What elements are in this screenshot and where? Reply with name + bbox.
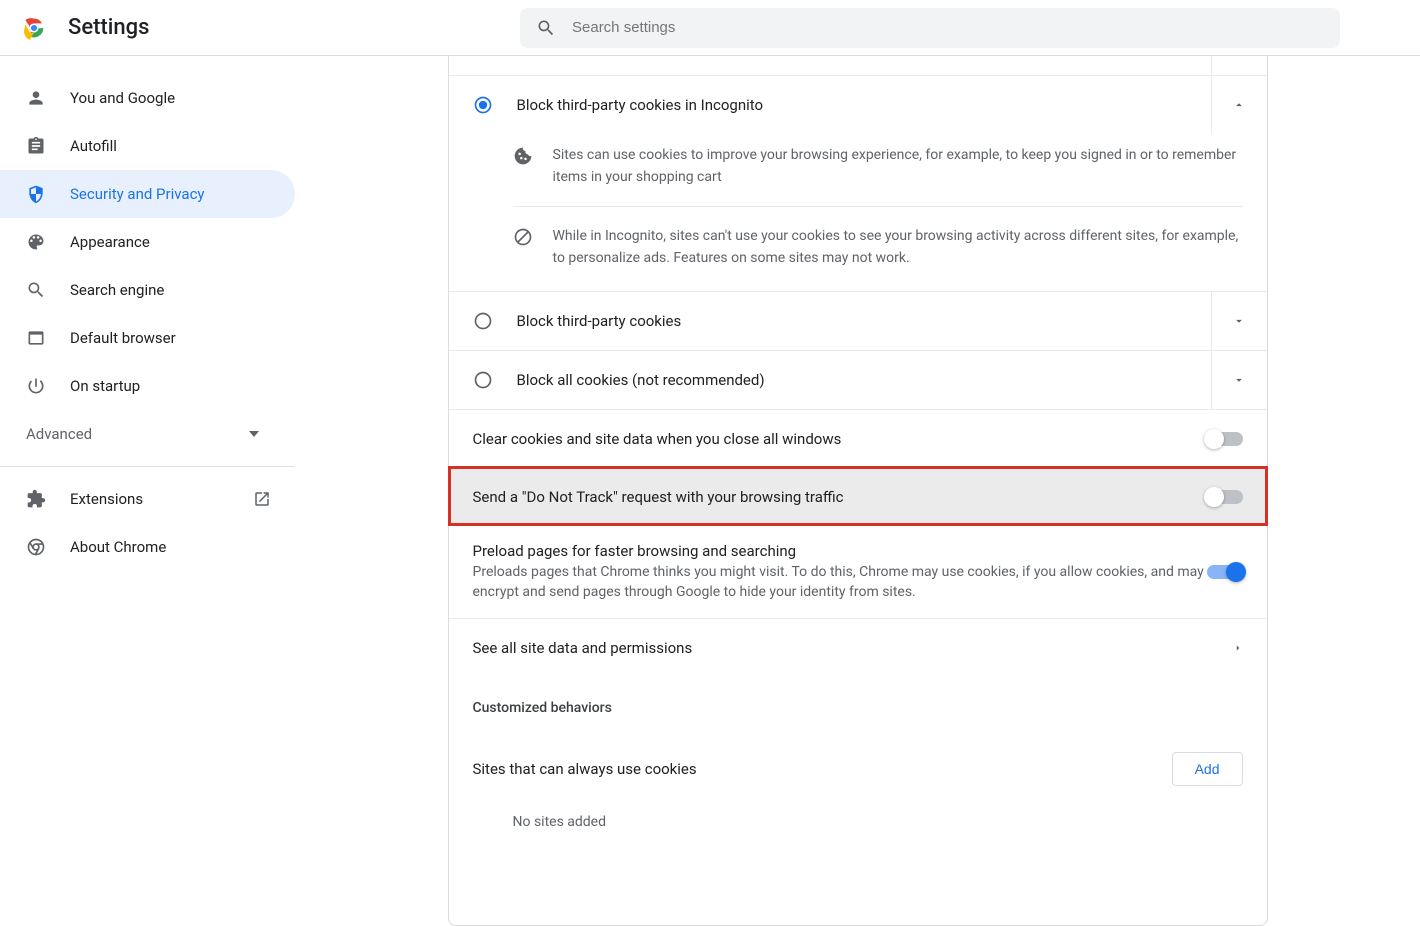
divider — [513, 206, 1243, 207]
toggle-clear-on-close[interactable] — [1207, 432, 1243, 446]
header-bar: Settings — [0, 0, 1420, 56]
settings-card: Block third-party cookies in Incognito S… — [448, 56, 1268, 926]
sidebar-item-security-privacy[interactable]: Security and Privacy — [0, 170, 295, 218]
external-link-icon — [253, 490, 271, 508]
chevron-down-icon — [1232, 373, 1246, 387]
setting-subtitle: Preloads pages that Chrome thinks you mi… — [473, 562, 1207, 602]
radio-selected-icon — [473, 95, 493, 115]
chevron-up-icon — [1232, 98, 1246, 112]
sites-always-label: Sites that can always use cookies — [473, 760, 1172, 778]
expand-button[interactable] — [1211, 351, 1267, 409]
link-label: See all site data and permissions — [473, 639, 1233, 657]
shield-icon — [26, 184, 46, 204]
info-cookie-row: Sites can use cookies to improve your br… — [449, 134, 1267, 198]
setting-title: Preload pages for faster browsing and se… — [473, 542, 1207, 560]
cookie-option-block-all[interactable]: Block all cookies (not recommended) — [449, 350, 1267, 409]
search-icon — [26, 280, 46, 300]
sidebar-item-autofill[interactable]: Autofill — [0, 122, 295, 170]
divider — [0, 466, 295, 467]
sidebar-item-default-browser[interactable]: Default browser — [0, 314, 295, 362]
setting-title: Clear cookies and site data when you clo… — [473, 430, 1207, 448]
chevron-down-icon — [1232, 314, 1246, 328]
no-sites-added-label: No sites added — [449, 798, 1267, 846]
toggle-preload[interactable] — [1207, 565, 1243, 579]
setting-preload-pages[interactable]: Preload pages for faster browsing and se… — [449, 525, 1267, 618]
block-icon — [513, 227, 533, 247]
sidebar-item-label: Extensions — [70, 490, 253, 508]
setting-title: Send a "Do Not Track" request with your … — [473, 488, 1207, 506]
palette-icon — [26, 232, 46, 252]
sidebar-item-label: You and Google — [70, 89, 295, 107]
chrome-outline-icon — [26, 537, 46, 557]
add-site-button[interactable]: Add — [1172, 752, 1243, 786]
info-block-row: While in Incognito, sites can't use your… — [449, 215, 1267, 279]
radio-label: Block third-party cookies in Incognito — [517, 96, 1211, 114]
sidebar-item-you-and-google[interactable]: You and Google — [0, 74, 295, 122]
radio-label: Block all cookies (not recommended) — [517, 371, 1211, 389]
radio-label: Block third-party cookies — [517, 312, 1211, 330]
advanced-label: Advanced — [26, 425, 92, 443]
spacer — [449, 279, 1267, 291]
cookie-icon — [513, 146, 533, 166]
sidebar-item-on-startup[interactable]: On startup — [0, 362, 295, 410]
sidebar-item-label: On startup — [70, 377, 295, 395]
cookie-option-incognito[interactable]: Block third-party cookies in Incognito — [449, 76, 1267, 134]
custom-behaviors-header: Customized behaviors — [449, 676, 1267, 724]
search-settings-box[interactable] — [520, 8, 1340, 48]
toggle-do-not-track[interactable] — [1207, 490, 1243, 504]
search-icon — [536, 18, 556, 38]
clipboard-icon — [26, 136, 46, 156]
radio-unselected-icon — [473, 311, 493, 331]
chevron-right-icon — [1233, 641, 1243, 655]
chrome-logo-icon — [20, 14, 48, 42]
sidebar: You and Google Autofill Security and Pri… — [0, 56, 295, 926]
sidebar-item-label: Appearance — [70, 233, 295, 251]
sidebar-item-label: Autofill — [70, 137, 295, 155]
cookie-option-third-party[interactable]: Block third-party cookies — [449, 291, 1267, 350]
sidebar-item-label: Search engine — [70, 281, 295, 299]
expand-button[interactable] — [1211, 292, 1267, 350]
link-site-data[interactable]: See all site data and permissions — [449, 618, 1267, 676]
caret-down-icon — [249, 431, 259, 437]
sidebar-item-extensions[interactable]: Extensions — [0, 475, 295, 523]
window-icon — [26, 328, 46, 348]
expand-spacer — [1211, 56, 1267, 76]
sidebar-item-label: Default browser — [70, 329, 295, 347]
sidebar-item-label: Security and Privacy — [70, 185, 295, 203]
setting-clear-on-close[interactable]: Clear cookies and site data when you clo… — [449, 409, 1267, 467]
sites-always-row: Sites that can always use cookies Add — [449, 724, 1267, 798]
collapse-button[interactable] — [1211, 76, 1267, 134]
info-text: While in Incognito, sites can't use your… — [553, 225, 1243, 269]
power-icon — [26, 376, 46, 396]
extension-icon — [26, 489, 46, 509]
sidebar-item-label: About Chrome — [70, 538, 295, 556]
radio-unselected-icon — [473, 370, 493, 390]
sidebar-advanced-toggle[interactable]: Advanced — [0, 410, 295, 458]
setting-do-not-track[interactable]: Send a "Do Not Track" request with your … — [449, 467, 1267, 525]
sidebar-item-search-engine[interactable]: Search engine — [0, 266, 295, 314]
sidebar-item-appearance[interactable]: Appearance — [0, 218, 295, 266]
info-text: Sites can use cookies to improve your br… — [553, 144, 1243, 188]
main-content: Block third-party cookies in Incognito S… — [295, 56, 1420, 926]
page-title: Settings — [68, 15, 149, 40]
search-input[interactable] — [572, 19, 1324, 36]
person-icon — [26, 88, 46, 108]
card-spacer — [449, 56, 1267, 76]
sidebar-item-about-chrome[interactable]: About Chrome — [0, 523, 295, 571]
